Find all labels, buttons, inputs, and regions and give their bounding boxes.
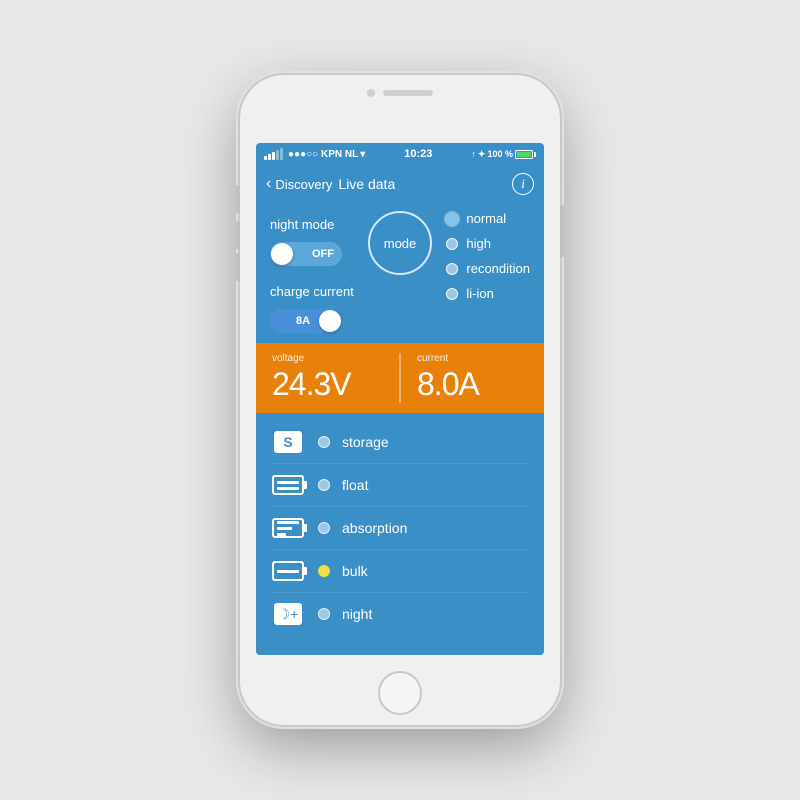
status-left: ●●●○○ KPN NL ▾ (264, 148, 365, 160)
charge-current-toggle[interactable]: 8A (270, 309, 342, 333)
status-label-night: night (342, 606, 372, 622)
battery-percent: 100 % (487, 149, 513, 159)
toggle-knob (271, 243, 293, 265)
front-camera (367, 89, 375, 97)
mode-label-recondition: recondition (466, 261, 530, 276)
radio-dot-liion (446, 288, 458, 300)
battery-icon (515, 150, 536, 159)
status-label-bulk: bulk (342, 563, 368, 579)
phone-screen: ●●●○○ KPN NL ▾ 10:23 ↑ ✦ 100 % ‹ Disco (256, 143, 544, 655)
radio-dot-high (446, 238, 458, 250)
signal-dot-1 (264, 156, 267, 160)
absorption-icon (270, 514, 306, 542)
charge-toggle-knob (319, 310, 341, 332)
float-icon (270, 471, 306, 499)
float-line-2 (277, 487, 299, 490)
status-list: S storage (256, 413, 544, 655)
status-label-float: float (342, 477, 368, 493)
mode-label-liion: li-ion (466, 286, 493, 301)
carrier-label: ●●●○○ KPN NL (288, 149, 358, 160)
mode-section: mode night mode OFF charge current (256, 203, 544, 343)
back-arrow-icon: ‹ (266, 175, 271, 193)
status-label-storage: storage (342, 434, 389, 450)
status-item-float: float (270, 464, 530, 507)
bulk-battery-lines (274, 568, 302, 575)
phone-top-notch (300, 89, 500, 97)
nav-bar: ‹ Discovery Live data i (256, 165, 544, 203)
back-button[interactable]: ‹ Discovery (266, 175, 332, 193)
mode-options: normal high recondition li-ion (446, 211, 530, 301)
absorption-battery-icon (272, 518, 304, 538)
battery-body (515, 150, 533, 159)
phone-frame: ●●●○○ KPN NL ▾ 10:23 ↑ ✦ 100 % ‹ Disco (240, 75, 560, 725)
voltage-block: voltage 24.3V (256, 343, 399, 413)
mode-option-recondition[interactable]: recondition (446, 261, 530, 276)
location-icon: ↑ (471, 149, 476, 159)
signal-dot-5 (280, 148, 283, 160)
status-dot-absorption (318, 522, 330, 534)
info-icon: i (521, 176, 525, 192)
status-time: 10:23 (404, 148, 432, 160)
mode-option-liion[interactable]: li-ion (446, 286, 530, 301)
back-label: Discovery (275, 177, 332, 192)
signal-dot-3 (272, 152, 275, 160)
mode-circle[interactable]: mode (368, 211, 432, 275)
status-right: ↑ ✦ 100 % (471, 149, 536, 160)
status-bar: ●●●○○ KPN NL ▾ 10:23 ↑ ✦ 100 % (256, 143, 544, 165)
night-status-icon: ☽+ (270, 600, 306, 628)
mode-label-normal: normal (466, 211, 506, 226)
status-dot-bulk (318, 565, 330, 577)
status-item-night: ☽+ night (270, 593, 530, 635)
storage-s-badge: S (274, 431, 302, 453)
battery-fill (517, 152, 531, 157)
mode-option-high[interactable]: high (446, 236, 530, 251)
bulk-battery-icon (272, 561, 304, 581)
signal-bars (264, 148, 283, 160)
mode-label-high: high (466, 236, 491, 251)
mode-option-normal[interactable]: normal (446, 211, 530, 226)
night-mode-toggle[interactable]: OFF (270, 242, 342, 266)
absorption-battery-lines (274, 519, 302, 538)
current-block: current 8.0A (401, 343, 544, 413)
night-moon-icon: ☽+ (278, 606, 299, 623)
battery-tip (534, 152, 536, 157)
toggle-off-text: OFF (312, 248, 334, 260)
current-label: current (417, 353, 528, 364)
home-button[interactable] (378, 671, 422, 715)
radio-dot-normal (446, 213, 458, 225)
charge-toggle-text: 8A (296, 315, 310, 327)
float-battery-lines (274, 479, 302, 492)
status-item-storage: S storage (270, 421, 530, 464)
current-value: 8.0A (417, 366, 528, 403)
main-content: mode night mode OFF charge current (256, 203, 544, 655)
info-button[interactable]: i (512, 173, 534, 195)
status-item-absorption: absorption (270, 507, 530, 550)
earpiece-speaker (383, 90, 433, 96)
float-battery-icon (272, 475, 304, 495)
signal-dot-4 (276, 150, 279, 160)
status-label-absorption: absorption (342, 520, 407, 536)
signal-dot-2 (268, 154, 271, 160)
absorption-line-2 (277, 527, 292, 530)
absorption-line-3 (277, 533, 286, 536)
night-icon-box: ☽+ (274, 603, 302, 625)
absorption-line-1 (277, 521, 299, 524)
voltage-label: voltage (272, 353, 383, 364)
voltage-value: 24.3V (272, 366, 383, 403)
status-dot-float (318, 479, 330, 491)
wifi-icon: ▾ (360, 149, 365, 160)
status-item-bulk: bulk (270, 550, 530, 593)
bluetooth-icon: ✦ (478, 149, 486, 160)
status-dot-storage (318, 436, 330, 448)
float-line-1 (277, 481, 299, 484)
bulk-icon (270, 557, 306, 585)
radio-dot-recondition (446, 263, 458, 275)
readings-bar: voltage 24.3V current 8.0A (256, 343, 544, 413)
bulk-line-1 (277, 570, 299, 573)
nav-title: Live data (338, 176, 395, 192)
mode-circle-label: mode (384, 236, 417, 251)
status-dot-night (318, 608, 330, 620)
storage-icon: S (270, 428, 306, 456)
